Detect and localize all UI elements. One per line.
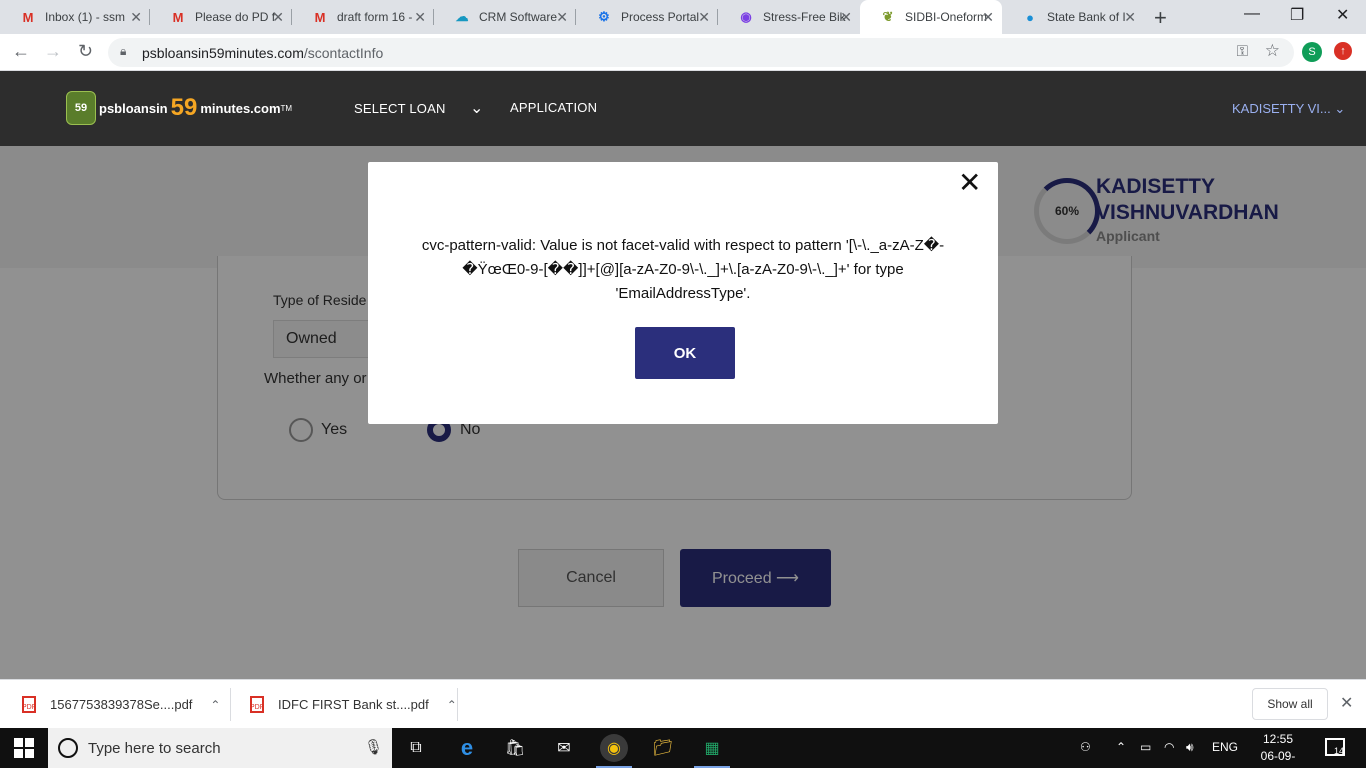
file-explorer-icon[interactable]: 📁︎: [649, 734, 677, 762]
gmail-icon: M: [314, 9, 326, 25]
task-view-icon[interactable]: ⧉: [402, 734, 430, 762]
notification-center-icon[interactable]: 14: [1325, 738, 1345, 756]
taskbar-clock[interactable]: 12:55 06-09-2019: [1248, 731, 1308, 782]
maximize-icon[interactable]: ❐: [1290, 5, 1304, 25]
close-icon[interactable]: ✕: [958, 169, 981, 197]
chevron-up-icon[interactable]: ⌃: [210, 698, 220, 712]
tab-title: Process Portal: [621, 10, 700, 24]
browser-tab[interactable]: ☁ CRM Software ✕: [434, 0, 576, 34]
chevron-down-icon[interactable]: ⌄: [470, 98, 483, 118]
circle-icon: ◉: [740, 9, 752, 24]
url-text: psbloansin59minutes.com/scontactInfo: [142, 45, 384, 61]
close-tab-icon[interactable]: ✕: [698, 9, 710, 26]
chevron-up-icon[interactable]: ⌃: [1116, 740, 1126, 754]
browser-tab[interactable]: M draft form 16 - ✕: [292, 0, 434, 34]
error-dialog: ✕ cvc-pattern-valid: Value is not facet-…: [368, 162, 998, 424]
notification-count: 14: [1334, 746, 1345, 756]
gmail-icon: M: [22, 9, 34, 25]
tab-title: Please do PD f: [195, 10, 276, 24]
close-shelf-icon[interactable]: ✕: [1340, 693, 1353, 713]
tab-title: SIDBI-Oneform: [905, 10, 988, 24]
forward-arrow-icon[interactable]: →: [44, 41, 62, 62]
site-logo[interactable]: 59 psbloansin 59 minutes.com TM: [66, 89, 292, 127]
taskbar-search-box[interactable]: Type here to search 🎙︎: [48, 728, 392, 768]
browser-tab-active[interactable]: ❦ SIDBI-Oneform ✕: [860, 0, 1002, 34]
tab-title: State Bank of I: [1047, 10, 1126, 24]
address-bar[interactable]: 🔒︎ psbloansin59minutes.com/scontactInfo …: [108, 38, 1294, 67]
clock-date: 06-09-2019: [1260, 749, 1296, 780]
download-shelf: PDF 1567753839378Se....pdf ⌃ PDF IDFC FI…: [0, 679, 1366, 728]
new-tab-icon[interactable]: +: [1154, 5, 1167, 31]
cortana-icon: [58, 738, 78, 758]
menu-select-loan[interactable]: SELECT LOAN: [354, 101, 446, 116]
browser-tab[interactable]: M Please do PD f ✕: [150, 0, 292, 34]
browser-tab[interactable]: ⚙ Process Portal ✕: [576, 0, 718, 34]
menu-application[interactable]: APPLICATION: [510, 100, 597, 115]
browser-tab[interactable]: M Inbox (1) - ssm ✕: [0, 0, 150, 34]
tab-title: draft form 16 -: [337, 10, 413, 24]
edge-icon[interactable]: e: [453, 734, 481, 762]
windows-taskbar: Type here to search 🎙︎ ⧉ e 🛍︎ ✉ ◉ 📁︎ ▦ ⚇…: [0, 728, 1366, 780]
logo-badge: 59: [66, 91, 96, 125]
sbi-icon: ●: [1026, 9, 1034, 25]
mail-icon[interactable]: ✉: [550, 734, 578, 762]
ok-button[interactable]: OK: [635, 327, 735, 379]
people-icon[interactable]: ⚇: [1080, 740, 1091, 754]
browser-tab[interactable]: ◉ Stress-Free Bik ✕: [718, 0, 860, 34]
bookmark-star-icon[interactable]: ☆: [1265, 41, 1280, 61]
salesforce-cloud-icon: ☁: [455, 9, 469, 24]
profile-avatar[interactable]: S: [1302, 42, 1322, 62]
pdf-file-icon: PDF: [250, 696, 264, 713]
close-tab-icon[interactable]: ✕: [272, 9, 284, 26]
close-tab-icon[interactable]: ✕: [982, 9, 994, 26]
close-tab-icon[interactable]: ✕: [840, 9, 852, 26]
close-tab-icon[interactable]: ✕: [130, 9, 142, 26]
lock-icon: 🔒︎: [120, 44, 127, 58]
reload-icon[interactable]: ↻: [78, 41, 93, 62]
taskbar-search-placeholder: Type here to search: [88, 740, 221, 757]
key-icon[interactable]: ⚿: [1237, 43, 1248, 60]
browser-tab-strip: M Inbox (1) - ssm ✕ M Please do PD f ✕ M…: [0, 0, 1366, 34]
browser-toolbar: ← → ↻ 🔒︎ psbloansin59minutes.com/scontac…: [0, 34, 1366, 71]
gmail-icon: M: [172, 9, 184, 25]
tab-title: Stress-Free Bik: [763, 10, 846, 24]
wifi-icon[interactable]: ◠: [1164, 740, 1174, 754]
tab-title: CRM Software: [479, 10, 558, 24]
chevron-up-icon[interactable]: ⌃: [447, 698, 457, 712]
tab-title: Inbox (1) - ssm: [45, 10, 126, 24]
microphone-icon[interactable]: 🎙︎: [364, 738, 383, 756]
download-filename: 1567753839378Se....pdf: [50, 697, 193, 712]
close-tab-icon[interactable]: ✕: [556, 9, 568, 26]
store-icon[interactable]: 🛍︎: [501, 734, 529, 762]
error-message: cvc-pattern-valid: Value is not facet-va…: [421, 237, 945, 302]
chrome-icon[interactable]: ◉: [600, 734, 628, 762]
download-item[interactable]: PDF 1567753839378Se....pdf ⌃: [22, 680, 220, 729]
close-window-icon[interactable]: ✕: [1336, 5, 1349, 25]
sidbi-icon: ❦: [882, 9, 894, 24]
user-menu[interactable]: KADISETTY VI... ⌄: [1232, 101, 1345, 117]
gear-icon: ⚙: [598, 9, 610, 24]
site-header: 59 psbloansin 59 minutes.com TM SELECT L…: [0, 71, 1366, 146]
download-filename: IDFC FIRST Bank st....pdf: [278, 697, 429, 712]
excel-icon[interactable]: ▦: [698, 734, 726, 762]
battery-icon[interactable]: ▭: [1140, 740, 1151, 754]
download-item[interactable]: PDF IDFC FIRST Bank st....pdf ⌃: [250, 680, 457, 729]
browser-tab[interactable]: ● State Bank of I ✕: [1002, 0, 1144, 34]
close-tab-icon[interactable]: ✕: [414, 9, 426, 26]
pdf-file-icon: PDF: [22, 696, 36, 713]
update-icon[interactable]: ↑: [1334, 42, 1352, 60]
close-tab-icon[interactable]: ✕: [1124, 9, 1136, 26]
show-all-button[interactable]: Show all: [1252, 688, 1328, 720]
volume-icon[interactable]: 🔊︎: [1186, 740, 1194, 755]
clock-time: 12:55: [1262, 732, 1294, 746]
minimize-icon[interactable]: —: [1244, 5, 1260, 23]
language-indicator[interactable]: ENG: [1212, 740, 1238, 754]
windows-start-icon[interactable]: [14, 738, 34, 758]
back-arrow-icon[interactable]: ←: [12, 41, 30, 62]
